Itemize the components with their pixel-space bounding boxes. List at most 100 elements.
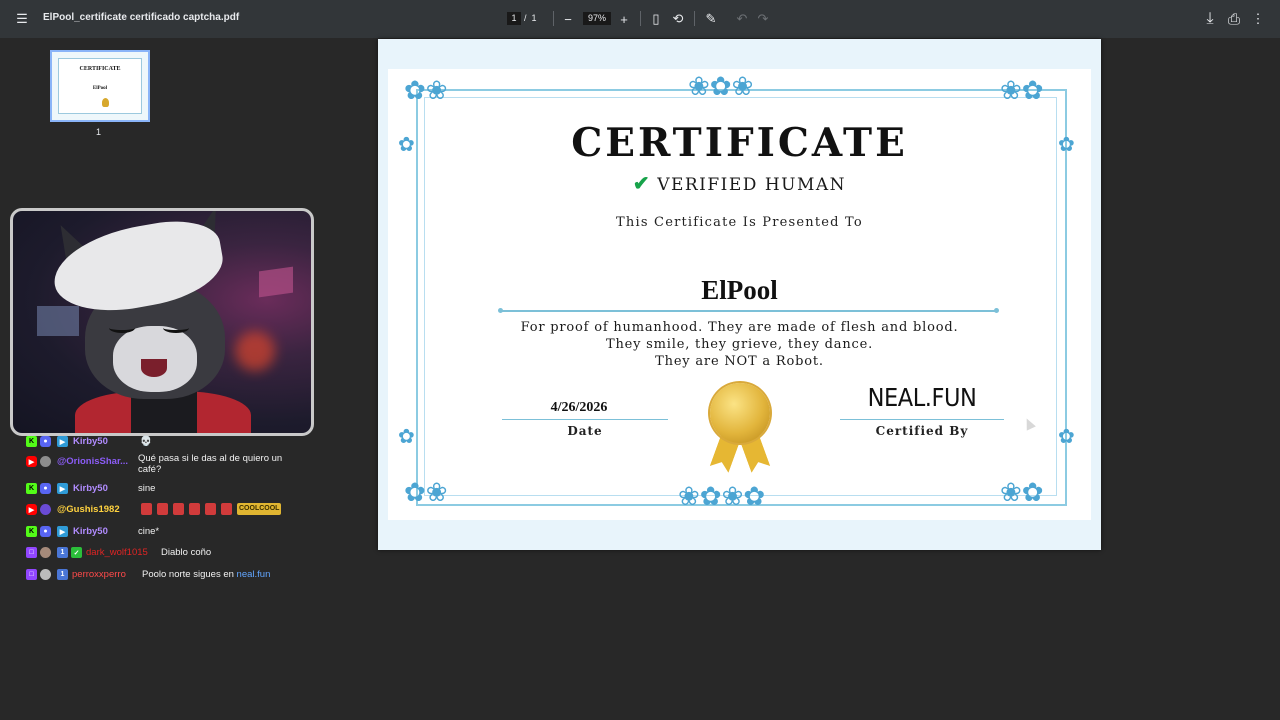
presented-to: This Certificate Is Presented To [616,215,863,230]
undo-icon[interactable]: ↶ [732,9,752,29]
zoom-input[interactable]: 97% [583,12,611,25]
bot-icon: ● [40,483,51,494]
avatar-eye-left [109,323,135,333]
thumbnail-page: CERTIFICATE ElPool [58,58,142,114]
print-icon[interactable]: ⎙ [1224,9,1244,29]
more-options-icon[interactable]: ⋮ [1248,9,1268,29]
verified-heading: ✔ VERIFIED HUMAN [388,171,1091,195]
background-light [235,331,275,371]
twitch-icon: □ [26,547,37,558]
emote-icon [221,503,232,515]
certificate-date: 4/26/2026 [550,400,608,415]
download-icon[interactable]: ⤓ [1200,9,1220,29]
emote-icon [157,503,168,515]
chat-username: Kirby50 [73,436,108,447]
gold-seal-icon [710,383,770,443]
recipient-name: ElPool [701,275,778,305]
thumbnail-name: ElPool [92,86,108,91]
cool-emote-icon: COOLCOOL [237,503,282,515]
avatar-mouth [141,359,167,377]
background-monitor [37,306,79,336]
date-line [502,419,668,420]
leaf-ornament-icon: ❀✿❀✿ [678,481,766,511]
kick-icon: K [26,483,37,494]
emote-icon [205,503,216,515]
subscriber-badge: 1 [57,569,68,580]
certificate: ✿❀ ❀✿❀ ❀✿ ✿ ✿ ✿ ✿ ✿❀ ❀✿❀✿ ❀✿ CERTIFICATE… [388,69,1091,520]
twitch-icon: □ [26,569,37,580]
chat-username: @OrionisShar... [57,456,129,467]
verified-text: VERIFIED HUMAN [657,175,847,195]
leaf-ornament-icon: ✿❀ [404,477,448,507]
game-badge-icon: ▶ [57,436,68,447]
leaf-ornament-icon: ✿❀ [404,75,448,105]
youtube-icon: ▶ [26,504,37,515]
chat-username: Kirby50 [73,483,108,494]
chat-text: Diablo coño [161,547,212,558]
chat-username: @Gushis1982 [57,504,120,515]
bot-icon: ● [40,436,51,447]
emote-icon [141,503,152,515]
webcam-overlay [10,208,314,436]
certificate-title: CERTIFICATE [571,120,908,166]
body-line-2: They smile, they grieve, they dance. [605,337,874,352]
name-underline [500,310,996,312]
page-number-input[interactable]: 1 [507,12,521,25]
chat-link[interactable]: neal.fun [237,569,271,580]
page-thumbnail[interactable]: CERTIFICATE ElPool [50,50,150,122]
zoom-in-icon[interactable]: + [614,9,634,29]
avatar [40,504,51,515]
game-badge-icon: ▶ [57,483,68,494]
certified-by-label: Certified By [875,424,969,438]
chat-text-body: Poolo norte sigues en [142,569,237,580]
chat-text: sine [138,483,156,494]
certificate-body: For proof of humanhood. They are made of… [388,319,1091,370]
redo-icon[interactable]: ↷ [753,9,773,29]
kick-icon: K [26,526,37,537]
game-badge-icon: ▶ [57,526,68,537]
chat-text: Qué pasa si le das al de quiero un [138,453,283,464]
signature: NEAL.FUN [867,383,977,412]
avatar-eye-right [163,323,189,333]
page-total: 1 [531,13,537,23]
kick-icon: K [26,436,37,447]
body-line-3: They are NOT a Robot. [655,354,824,369]
emote-icon [173,503,184,515]
page-separator: / [524,13,527,23]
avatar [40,569,51,580]
thumbnail-seal-icon [102,98,109,107]
chat-text-continued: café? [138,464,162,475]
leaf-ornament-icon: ❀✿❀ [688,71,754,101]
toolbar-divider [694,11,695,26]
chat-username: Kirby50 [73,526,108,537]
chat-username: perroxxperro [72,569,126,580]
chat-text: Poolo norte sigues en neal.fun [142,569,270,580]
date-label: Date [567,424,603,438]
thumbnail-title: CERTIFICATE [79,66,121,72]
chat-text: 💀 [140,436,152,447]
annotate-icon[interactable]: ✎ [701,9,721,29]
chat-emotes: COOLCOOL [141,503,282,515]
zoom-out-icon[interactable]: − [558,9,578,29]
toolbar-divider [553,11,554,26]
leaf-ornament-icon: ✿ [1058,426,1075,448]
check-icon: ✔ [632,171,652,195]
background-sign [259,266,293,298]
signature-line [840,419,1004,420]
thumbnail-page-number: 1 [96,127,102,137]
leaf-ornament-icon: ❀✿ [1000,75,1044,105]
bot-icon: ● [40,526,51,537]
subscriber-badge: 1 [57,547,68,558]
underline-dot [994,308,999,313]
body-line-1: For proof of humanhood. They are made of… [520,320,959,335]
emote-icon [189,503,200,515]
leaf-ornament-icon: ✿ [398,426,415,448]
chat-text: cine* [138,526,160,537]
pdf-page: ✿❀ ❀✿❀ ❀✿ ✿ ✿ ✿ ✿ ✿❀ ❀✿❀✿ ❀✿ CERTIFICATE… [378,39,1101,550]
rotate-icon[interactable]: ⟲ [668,9,688,29]
fit-page-icon[interactable]: ▯ [646,9,666,29]
leaf-ornament-icon: ❀✿ [1000,477,1044,507]
menu-icon[interactable]: ☰ [12,9,32,29]
page-count: / 1 [524,12,537,25]
chat-username: dark_wolf1015 [86,547,148,558]
